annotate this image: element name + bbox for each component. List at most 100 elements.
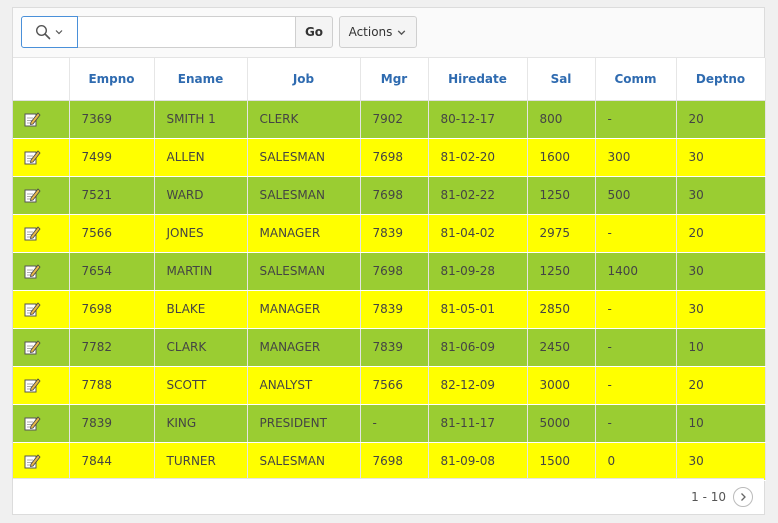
chevron-right-icon <box>741 493 746 501</box>
edit-icon[interactable] <box>23 262 41 280</box>
column-header-sal[interactable]: Sal <box>527 58 596 101</box>
edit-icon[interactable] <box>23 300 41 318</box>
column-header-edit <box>13 58 70 101</box>
cell-comm: 300 <box>595 138 677 177</box>
column-header-hiredate[interactable]: Hiredate <box>428 58 528 101</box>
cell-mgr: 7839 <box>360 328 429 367</box>
search-input[interactable] <box>78 16 296 48</box>
cell-ename: ALLEN <box>154 138 248 177</box>
cell-empno: 7698 <box>69 290 155 329</box>
cell-hiredate: 81-06-09 <box>428 328 528 367</box>
report-region: Go Actions Empno Ename Job Mgr Hiredate … <box>12 7 766 515</box>
cell-job: SALESMAN <box>247 138 361 177</box>
table-row: 7782 CLARK MANAGER 7839 81-06-09 2450-10 <box>13 328 766 367</box>
table-row: 7369 SMITH 1 CLERK 7902 80-12-17 800-20 <box>13 100 766 139</box>
edit-cell <box>13 366 70 405</box>
column-header-deptno[interactable]: Deptno <box>676 58 766 101</box>
table-row: 7654 MARTIN SALESMAN 7698 81-09-28 1250 1400 30 <box>13 252 766 291</box>
pagination-label: 1 - 10 <box>691 490 726 504</box>
edit-icon[interactable] <box>23 148 41 166</box>
chevron-down-icon <box>398 29 406 35</box>
report-table: Empno Ename Job Mgr Hiredate Sal Comm De… <box>13 58 766 481</box>
search-column-toggle[interactable] <box>21 16 78 48</box>
table-row: 7698 BLAKE MANAGER 7839 81-05-01 2850-30 <box>13 290 766 329</box>
column-header-mgr[interactable]: Mgr <box>360 58 429 101</box>
cell-empno: 7521 <box>69 176 155 215</box>
cell-sal: 3000 <box>527 366 596 405</box>
edit-icon[interactable] <box>23 452 41 470</box>
search-group <box>21 16 296 48</box>
cell-mgr: 7698 <box>360 138 429 177</box>
header-row: Empno Ename Job Mgr Hiredate Sal Comm De… <box>13 58 766 101</box>
cell-comm: - <box>595 290 677 329</box>
cell-deptno: 30 <box>676 442 766 481</box>
column-header-ename[interactable]: Ename <box>154 58 248 101</box>
cell-ename: BLAKE <box>154 290 248 329</box>
table-row: 7844 TURNER SALESMAN 7698 81-09-08 1500 0 30 <box>13 442 766 481</box>
edit-icon[interactable] <box>23 110 41 128</box>
go-button[interactable]: Go <box>295 16 333 48</box>
cell-empno: 7788 <box>69 366 155 405</box>
cell-ename: MARTIN <box>154 252 248 291</box>
cell-comm: - <box>595 100 677 139</box>
cell-deptno: 30 <box>676 176 766 215</box>
table-body: 7369 SMITH 1 CLERK 7902 80-12-17 800-20 7499 AL… <box>13 100 766 481</box>
edit-icon[interactable] <box>23 414 41 432</box>
edit-cell <box>13 138 70 177</box>
cell-hiredate: 81-02-22 <box>428 176 528 215</box>
cell-hiredate: 81-11-17 <box>428 404 528 443</box>
cell-mgr: - <box>360 404 429 443</box>
edit-icon[interactable] <box>23 376 41 394</box>
cell-comm: 0 <box>595 442 677 481</box>
cell-empno: 7782 <box>69 328 155 367</box>
cell-deptno: 10 <box>676 328 766 367</box>
cell-empno: 7499 <box>69 138 155 177</box>
cell-deptno: 20 <box>676 214 766 253</box>
column-header-comm[interactable]: Comm <box>595 58 677 101</box>
column-header-job[interactable]: Job <box>247 58 361 101</box>
actions-menu-button[interactable]: Actions <box>339 16 417 48</box>
actions-label: Actions <box>348 25 393 39</box>
table-row: 7499 ALLEN SALESMAN 7698 81-02-20 1600 300 30 <box>13 138 766 177</box>
cell-mgr: 7839 <box>360 290 429 329</box>
cell-job: PRESIDENT <box>247 404 361 443</box>
cell-mgr: 7698 <box>360 252 429 291</box>
cell-ename: SCOTT <box>154 366 248 405</box>
edit-icon[interactable] <box>23 186 41 204</box>
cell-ename: KING <box>154 404 248 443</box>
cell-ename: JONES <box>154 214 248 253</box>
edit-icon[interactable] <box>23 338 41 356</box>
cell-deptno: 30 <box>676 252 766 291</box>
next-page-button[interactable] <box>733 487 753 507</box>
cell-mgr: 7902 <box>360 100 429 139</box>
cell-ename: TURNER <box>154 442 248 481</box>
cell-deptno: 30 <box>676 290 766 329</box>
cell-sal: 1250 <box>527 176 596 215</box>
cell-mgr: 7839 <box>360 214 429 253</box>
cell-comm: - <box>595 366 677 405</box>
edit-cell <box>13 176 70 215</box>
cell-sal: 2975 <box>527 214 596 253</box>
cell-mgr: 7566 <box>360 366 429 405</box>
cell-sal: 2850 <box>527 290 596 329</box>
cell-job: MANAGER <box>247 290 361 329</box>
report-toolbar: Go Actions <box>13 8 764 58</box>
report-footer: 1 - 10 <box>13 478 764 514</box>
edit-icon[interactable] <box>23 224 41 242</box>
edit-cell <box>13 290 70 329</box>
cell-hiredate: 81-09-28 <box>428 252 528 291</box>
cell-job: SALESMAN <box>247 442 361 481</box>
cell-sal: 1250 <box>527 252 596 291</box>
cell-deptno: 20 <box>676 100 766 139</box>
cell-hiredate: 81-02-20 <box>428 138 528 177</box>
search-icon <box>35 24 51 40</box>
cell-comm: - <box>595 328 677 367</box>
table-row: 7566 JONES MANAGER 7839 81-04-02 2975-20 <box>13 214 766 253</box>
cell-empno: 7844 <box>69 442 155 481</box>
cell-deptno: 30 <box>676 138 766 177</box>
cell-empno: 7369 <box>69 100 155 139</box>
cell-empno: 7654 <box>69 252 155 291</box>
cell-ename: WARD <box>154 176 248 215</box>
cell-mgr: 7698 <box>360 442 429 481</box>
column-header-empno[interactable]: Empno <box>69 58 155 101</box>
